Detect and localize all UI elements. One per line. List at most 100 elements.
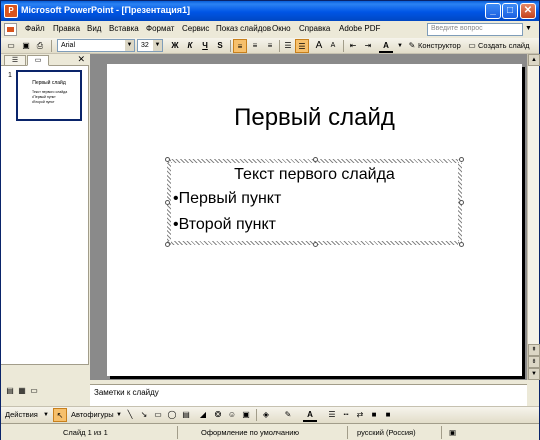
- document-icon[interactable]: [4, 23, 17, 36]
- slide-canvas[interactable]: Первый слайд Текст первого слайда •Первы…: [107, 64, 522, 376]
- resize-handle[interactable]: [165, 157, 170, 162]
- font-color-button[interactable]: A: [379, 39, 393, 53]
- slideshow-view-icon[interactable]: ▭: [27, 384, 41, 398]
- save-icon[interactable]: ▣: [19, 39, 33, 53]
- text-placeholder-title: Текст первого слайда: [234, 166, 395, 183]
- actions-menu[interactable]: Действия: [5, 410, 38, 419]
- scroll-up-icon[interactable]: ▲: [528, 54, 540, 66]
- resize-handle[interactable]: [165, 242, 170, 247]
- vertical-scrollbar[interactable]: ▲ ⇞ ⇟ ▼: [527, 54, 540, 380]
- autoshapes-menu[interactable]: Автофигуры: [71, 410, 114, 419]
- powerpoint-window: P Microsoft PowerPoint - [Презентация1] …: [0, 0, 540, 440]
- decrease-font-button[interactable]: A: [326, 39, 340, 53]
- textbox-icon[interactable]: ▤: [179, 408, 193, 422]
- slide-thumb-number: 1: [8, 72, 12, 79]
- menu-file[interactable]: Файл: [25, 24, 45, 33]
- toolbar-separator: [256, 409, 257, 421]
- shadow-style-icon[interactable]: ■: [367, 408, 381, 422]
- font-value: Arial: [61, 42, 76, 49]
- resize-handle[interactable]: [313, 242, 318, 247]
- close-button[interactable]: ✕: [520, 3, 536, 19]
- menu-window[interactable]: Окно: [272, 24, 291, 33]
- help-search-input[interactable]: Введите вопрос: [427, 23, 523, 36]
- line-icon[interactable]: ╲: [123, 408, 137, 422]
- thumb-title: Первый слайд: [32, 80, 66, 86]
- designer-icon[interactable]: ✎: [405, 39, 419, 53]
- resize-handle[interactable]: [459, 242, 464, 247]
- diagram-icon[interactable]: ❂: [211, 408, 225, 422]
- bullets-button[interactable]: ☰: [295, 39, 309, 53]
- menu-slideshow[interactable]: Показ слайдов: [216, 24, 271, 33]
- tab-outline[interactable]: ☰: [4, 55, 26, 66]
- bold-button[interactable]: Ж: [168, 39, 182, 53]
- text-placeholder-body[interactable]: Текст первого слайда •Первый пункт •Втор…: [171, 163, 458, 241]
- tab-slides[interactable]: ▭: [27, 55, 49, 66]
- slide-text-placeholder[interactable]: Текст первого слайда •Первый пункт •Втор…: [165, 157, 464, 247]
- help-dropdown-icon[interactable]: ▼: [525, 25, 532, 32]
- numbering-button[interactable]: ☰: [281, 39, 295, 53]
- maximize-button[interactable]: □: [502, 3, 518, 19]
- resize-handle[interactable]: [459, 157, 464, 162]
- notes-pane[interactable]: Заметки к слайду: [90, 384, 527, 406]
- slides-pane: ☰ ▭ ✕ 1 Первый слайд Текст первого слайд…: [1, 54, 89, 380]
- spelling-icon[interactable]: ▣: [449, 428, 456, 437]
- scroll-next-slide-icon[interactable]: ⇟: [528, 356, 540, 368]
- shadow-button[interactable]: S: [213, 39, 227, 53]
- resize-handle[interactable]: [459, 200, 464, 205]
- print-icon[interactable]: ⎙: [33, 39, 47, 53]
- increase-font-button[interactable]: A: [312, 39, 326, 53]
- font-size-value: 32: [141, 42, 149, 49]
- clipart-icon[interactable]: ☺: [225, 408, 239, 422]
- arrow-style-icon[interactable]: ⇄: [353, 408, 367, 422]
- scroll-down-icon[interactable]: ▼: [528, 368, 540, 380]
- menu-insert[interactable]: Вставка: [109, 24, 139, 33]
- chevron-down-icon: ▼: [125, 40, 134, 51]
- minimize-button[interactable]: _: [485, 3, 501, 19]
- arrow-icon[interactable]: ↘: [137, 408, 151, 422]
- dash-style-icon[interactable]: ┅: [339, 408, 353, 422]
- chevron-down-icon[interactable]: ▼: [39, 408, 53, 422]
- menu-help[interactable]: Справка: [299, 24, 330, 33]
- fill-color-icon[interactable]: ◈: [259, 408, 273, 422]
- status-slide-count: Слайд 1 из 1: [63, 428, 108, 437]
- slide-title[interactable]: Первый слайд: [107, 104, 522, 132]
- new-document-icon[interactable]: ▭: [4, 39, 18, 53]
- underline-button[interactable]: Ч: [198, 39, 212, 53]
- decrease-indent-icon[interactable]: ⇤: [346, 39, 360, 53]
- close-icon[interactable]: ✕: [77, 54, 85, 65]
- increase-indent-icon[interactable]: ⇥: [361, 39, 375, 53]
- picture-icon[interactable]: ▣: [239, 408, 253, 422]
- menu-view[interactable]: Вид: [87, 24, 101, 33]
- wordart-icon[interactable]: ◢: [196, 408, 210, 422]
- slide-thumbnail[interactable]: Первый слайд Текст первого слайда •Первы…: [15, 69, 83, 122]
- slides-pane-scrollbar[interactable]: [1, 364, 89, 380]
- line-style-icon[interactable]: ☰: [325, 408, 339, 422]
- oval-icon[interactable]: ◯: [165, 408, 179, 422]
- title-bar: P Microsoft PowerPoint - [Презентация1] …: [1, 1, 539, 21]
- font-select[interactable]: Arial ▼: [57, 39, 135, 52]
- line-color-icon[interactable]: ✎: [281, 408, 295, 422]
- menu-adobe-pdf[interactable]: Adobe PDF: [339, 24, 380, 33]
- new-slide-button[interactable]: Создать слайд: [478, 41, 529, 50]
- align-left-button[interactable]: ≡: [233, 39, 247, 53]
- new-slide-icon[interactable]: ▭: [465, 39, 479, 53]
- font-size-select[interactable]: 32 ▼: [137, 39, 163, 52]
- align-center-button[interactable]: ≡: [248, 39, 262, 53]
- menu-edit[interactable]: Правка: [53, 24, 80, 33]
- powerpoint-app-icon[interactable]: P: [4, 4, 18, 18]
- window-title: Microsoft PowerPoint - [Презентация1]: [21, 5, 191, 15]
- menu-tools[interactable]: Сервис: [182, 24, 209, 33]
- resize-handle[interactable]: [165, 200, 170, 205]
- 3d-style-icon[interactable]: ■: [381, 408, 395, 422]
- italic-button[interactable]: К: [183, 39, 197, 53]
- status-divider: [441, 426, 442, 439]
- select-objects-icon[interactable]: ↖: [53, 408, 67, 422]
- rectangle-icon[interactable]: ▭: [151, 408, 165, 422]
- designer-button[interactable]: Конструктор: [418, 41, 461, 50]
- toolbar-separator: [230, 40, 231, 52]
- draw-font-color-icon[interactable]: A: [303, 408, 317, 422]
- scroll-prev-slide-icon[interactable]: ⇞: [528, 344, 540, 356]
- menu-format[interactable]: Формат: [146, 24, 174, 33]
- resize-handle[interactable]: [313, 157, 318, 162]
- align-right-button[interactable]: ≡: [263, 39, 277, 53]
